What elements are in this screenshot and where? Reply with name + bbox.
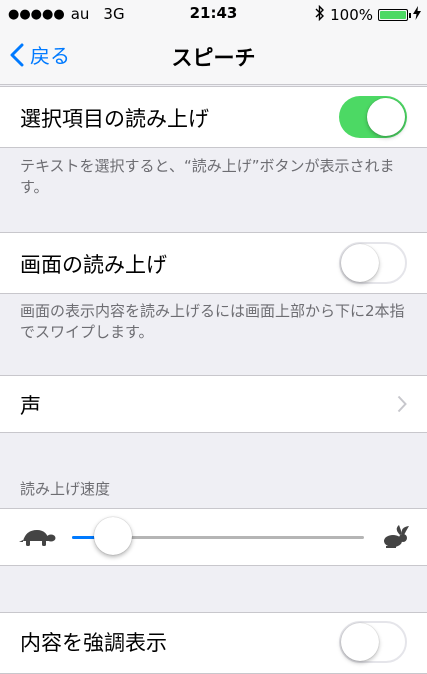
speak-screen-label: 画面の読み上げ [20,253,167,277]
toggle-knob [341,623,379,661]
rabbit-icon [382,525,410,553]
highlight-content-row: 内容を強調表示 [0,612,427,674]
speak-selection-footer: テキストを選択すると、“読み上げ”ボタンが表示されます。 [20,157,395,196]
speaking-rate-header: 読み上げ速度 [20,480,111,498]
speak-screen-footer: 画面の表示内容を読み上げるには画面上部から下に2本指でスワイプします。 [20,302,405,341]
speak-selection-row: 選択項目の読み上げ [0,86,427,148]
voice-row[interactable]: 声 [0,375,427,433]
toggle-knob [341,244,379,282]
battery-icon [378,9,411,21]
speak-selection-toggle[interactable] [339,96,407,138]
highlight-content-toggle[interactable] [339,621,407,663]
turtle-icon [18,527,56,553]
speak-screen-toggle[interactable] [339,242,407,284]
status-bar: ●●●●● au 3G 21:43 100% [0,0,427,28]
bluetooth-icon [315,4,325,25]
battery-percent: 100% [330,6,373,24]
highlight-content-label: 内容を強調表示 [20,631,167,655]
navigation-bar: 戻る スピーチ [0,28,427,85]
speak-selection-label: 選択項目の読み上げ [20,107,209,131]
page-title: スピーチ [171,46,256,70]
speaking-rate-slider-thumb[interactable] [93,517,132,555]
chevron-right-icon [397,395,407,413]
speaking-rate-row [0,508,427,566]
speak-screen-row: 画面の読み上げ [0,232,427,294]
charging-icon [413,6,421,24]
voice-label: 声 [20,394,41,418]
toggle-knob [367,98,405,136]
